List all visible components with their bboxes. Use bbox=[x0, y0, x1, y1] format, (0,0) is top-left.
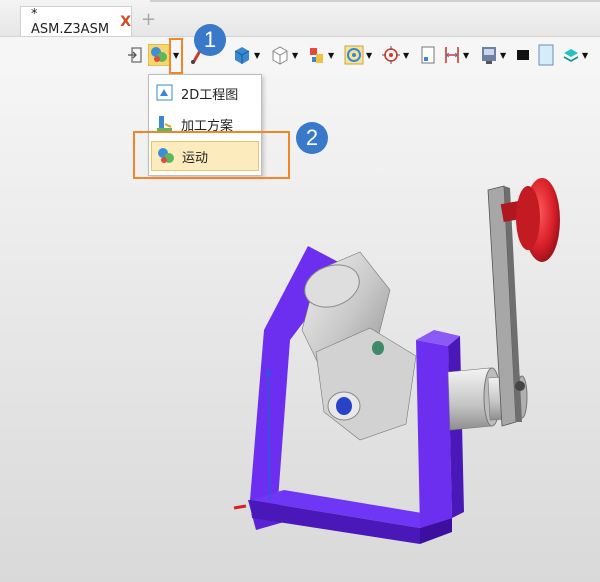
tab-label: * ASM.Z3ASM bbox=[31, 6, 110, 37]
highlight-dropdown-box bbox=[169, 38, 183, 74]
close-icon[interactable]: X bbox=[120, 14, 131, 30]
render-button[interactable]: ▼ bbox=[344, 44, 372, 66]
assembly-button[interactable]: ▼ bbox=[308, 44, 334, 66]
drawing-icon bbox=[155, 83, 175, 103]
assembly-model[interactable] bbox=[220, 160, 580, 550]
chevron-down-icon: ▼ bbox=[254, 50, 261, 60]
analysis-button[interactable] bbox=[148, 44, 170, 66]
toolbar: ▼ ▼ ▼ ▼ ▼ ▼ ▼ ▼ ▼ bbox=[0, 37, 600, 73]
chevron-down-icon: ▼ bbox=[366, 50, 373, 60]
solid-view-button[interactable]: ▼ bbox=[232, 44, 260, 66]
solid-view-icon bbox=[232, 45, 252, 65]
chevron-down-icon: ▼ bbox=[292, 50, 299, 60]
wireframe-view-icon bbox=[270, 45, 290, 65]
highlight-motion-box bbox=[133, 131, 290, 179]
step-badge-1: 1 bbox=[194, 24, 226, 56]
wireframe-view-button[interactable]: ▼ bbox=[270, 44, 298, 66]
exit-icon[interactable] bbox=[127, 44, 143, 66]
display-icon bbox=[480, 45, 498, 65]
add-tab-button[interactable]: + bbox=[141, 9, 156, 30]
tab-bar: * ASM.Z3ASM X + bbox=[0, 0, 600, 37]
document-icon bbox=[420, 45, 436, 65]
analysis-icon bbox=[148, 44, 170, 66]
layer-button[interactable]: ▼ bbox=[562, 44, 588, 66]
target-icon bbox=[381, 45, 401, 65]
document-button[interactable] bbox=[420, 44, 436, 66]
layer-icon bbox=[562, 45, 580, 65]
color-button[interactable] bbox=[516, 44, 530, 66]
step-badge-2: 2 bbox=[296, 122, 328, 154]
chevron-down-icon: ▼ bbox=[328, 50, 335, 60]
transparency-button[interactable] bbox=[538, 44, 554, 66]
color-icon bbox=[516, 45, 530, 65]
ruler-strip bbox=[150, 0, 600, 2]
chevron-down-icon: ▼ bbox=[403, 50, 410, 60]
render-icon bbox=[344, 45, 364, 65]
menu-item-2d-drawing[interactable]: 2D工程图 bbox=[151, 78, 259, 108]
chevron-down-icon: ▼ bbox=[500, 50, 507, 60]
dimension-button[interactable]: ▼ bbox=[443, 44, 469, 66]
tab-asm[interactable]: * ASM.Z3ASM X bbox=[20, 6, 132, 37]
assembly-icon bbox=[308, 45, 326, 65]
transparency-icon bbox=[538, 44, 554, 66]
dimension-icon bbox=[443, 45, 461, 65]
chevron-down-icon: ▼ bbox=[463, 50, 470, 60]
display-button[interactable]: ▼ bbox=[480, 44, 506, 66]
menu-item-label: 2D工程图 bbox=[181, 87, 239, 103]
chevron-down-icon: ▼ bbox=[582, 50, 589, 60]
target-button[interactable]: ▼ bbox=[381, 44, 409, 66]
